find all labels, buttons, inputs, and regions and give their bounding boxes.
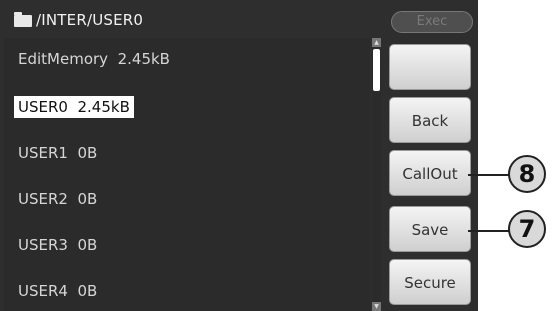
save-leader-line <box>468 230 511 232</box>
list-item-user3[interactable]: USER3 0B <box>14 234 101 256</box>
scroll-up-icon[interactable]: ▲ <box>372 38 381 47</box>
annotation-7-badge: 7 <box>508 210 546 248</box>
secure-button[interactable]: Secure <box>389 259 471 305</box>
instrument-screen: /INTER/USER0 Exec EditMemory 2.45kB USER… <box>0 0 478 311</box>
list-item-user0[interactable]: USER0 2.45kB <box>14 96 134 118</box>
callout-button[interactable]: CallOut <box>389 150 471 196</box>
annotation-8-badge: 8 <box>508 155 546 193</box>
folder-icon <box>14 12 32 27</box>
callout-leader-line <box>468 174 511 176</box>
blank-button[interactable] <box>389 44 471 90</box>
title-bar: /INTER/USER0 Exec <box>4 6 478 36</box>
exec-button[interactable]: Exec <box>391 11 473 33</box>
current-path: /INTER/USER0 <box>36 11 144 29</box>
save-button[interactable]: Save <box>389 206 471 252</box>
list-item-user2[interactable]: USER2 0B <box>14 188 101 210</box>
list-item-user1[interactable]: USER1 0B <box>14 142 101 164</box>
list-item-user4[interactable]: USER4 0B <box>14 280 101 302</box>
file-list: EditMemory 2.45kB USER0 2.45kB USER1 0B … <box>4 38 370 311</box>
list-scrollbar[interactable]: ▲ ▼ <box>372 38 381 311</box>
scroll-thumb[interactable] <box>373 49 380 91</box>
scroll-down-icon[interactable]: ▼ <box>372 302 381 311</box>
back-button[interactable]: Back <box>389 97 471 143</box>
list-item-editmemory[interactable]: EditMemory 2.45kB <box>14 48 174 70</box>
